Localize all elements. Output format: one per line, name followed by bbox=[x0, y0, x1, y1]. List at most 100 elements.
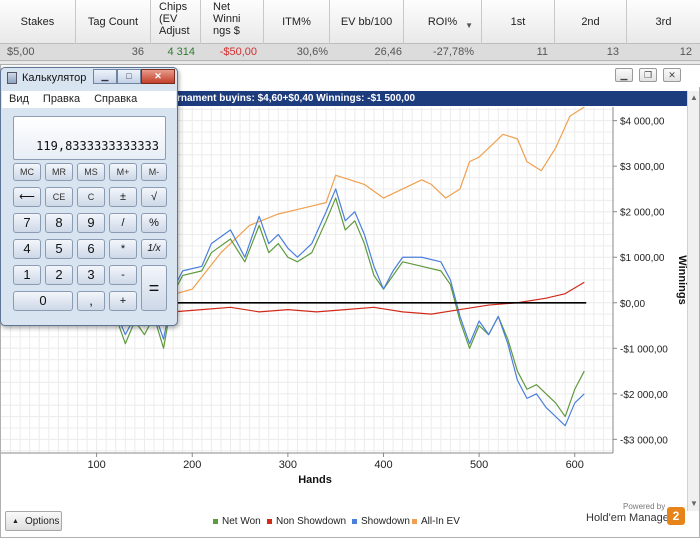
caret-up-icon: ▲ bbox=[12, 517, 19, 525]
key-plus[interactable]: + bbox=[109, 291, 137, 311]
key-percent[interactable]: % bbox=[141, 213, 167, 233]
col-label: Tag Count bbox=[87, 16, 139, 28]
key-ms[interactable]: MS bbox=[77, 163, 105, 181]
key-divide[interactable]: / bbox=[109, 213, 137, 233]
options-button[interactable]: ▲ Options bbox=[5, 511, 62, 531]
legend-item-showdown[interactable]: Showdown bbox=[352, 516, 410, 527]
menu-edit[interactable]: Правка bbox=[43, 91, 80, 108]
calculator-icon bbox=[7, 72, 17, 84]
key-m-minus[interactable]: M- bbox=[141, 163, 167, 181]
key-ce[interactable]: CE bbox=[45, 187, 73, 207]
cell-3rd: 12 bbox=[679, 46, 692, 58]
col-label: 3rd bbox=[655, 16, 672, 28]
key-8[interactable]: 8 bbox=[45, 213, 73, 233]
col-header-3rd[interactable]: 3rd bbox=[627, 0, 700, 44]
key-2[interactable]: 2 bbox=[45, 265, 73, 285]
key-5[interactable]: 5 bbox=[45, 239, 73, 259]
y-tick-label: $3 000,00 bbox=[620, 162, 665, 173]
key-minus[interactable]: - bbox=[109, 265, 137, 285]
calc-minimize-button[interactable]: ▁ bbox=[93, 69, 117, 84]
col-header-net-winnings[interactable]: Net Winni ngs $ bbox=[201, 0, 264, 44]
y-tick-label: $2 000,00 bbox=[620, 208, 665, 219]
cell-2nd: 13 bbox=[606, 46, 619, 58]
x-tick-label: 100 bbox=[87, 459, 105, 471]
y-tick-label: -$2 000,00 bbox=[620, 390, 668, 401]
col-label: ROI% bbox=[427, 16, 458, 28]
key-mc[interactable]: MC bbox=[13, 163, 41, 181]
key-6[interactable]: 6 bbox=[77, 239, 105, 259]
y-axis-label: Winnings bbox=[676, 255, 688, 304]
x-axis-label: Hands bbox=[298, 474, 332, 486]
x-tick-label: 600 bbox=[566, 459, 584, 471]
key-3[interactable]: 3 bbox=[77, 265, 105, 285]
legend-label: Non Showdown bbox=[276, 516, 347, 527]
key-4[interactable]: 4 bbox=[13, 239, 41, 259]
key-c[interactable]: C bbox=[77, 187, 105, 207]
col-label: Stakes bbox=[20, 16, 55, 28]
col-label: ITM% bbox=[282, 16, 311, 28]
legend-label: All-In EV bbox=[421, 516, 460, 527]
calculator-window[interactable]: Калькулятор ▁ □ ✕ Вид Правка Справка 119… bbox=[0, 67, 178, 326]
legend-item-net-won[interactable]: Net Won bbox=[213, 516, 261, 527]
brand-name: Hold'em Manager bbox=[586, 512, 673, 524]
series-line-showdown bbox=[115, 188, 585, 427]
legend-swatch bbox=[213, 519, 218, 524]
key-multiply[interactable]: * bbox=[109, 239, 137, 259]
key-reciprocal[interactable]: 1/x bbox=[141, 239, 167, 259]
calculator-titlebar[interactable]: Калькулятор bbox=[7, 72, 86, 84]
key-sqrt[interactable]: √ bbox=[141, 187, 167, 207]
col-header-ev-bb100[interactable]: EV bb/100 bbox=[330, 0, 404, 44]
legend-label: Net Won bbox=[222, 516, 261, 527]
y-tick-label: $0,00 bbox=[620, 299, 645, 310]
sort-desc-icon: ▼ bbox=[465, 21, 473, 30]
series-line-net-won bbox=[115, 197, 585, 418]
y-tick-label: $1 000,00 bbox=[620, 253, 665, 264]
key-mr[interactable]: MR bbox=[45, 163, 73, 181]
cell-itm: 30,6% bbox=[296, 46, 328, 58]
cell-1st: 11 bbox=[536, 46, 548, 58]
legend-swatch bbox=[352, 519, 357, 524]
x-tick-label: 500 bbox=[470, 459, 488, 471]
table-row[interactable]: $5,00 36 4 314 -$50,00 30,6% 26,46 -27,7… bbox=[0, 44, 700, 61]
col-header-2nd[interactable]: 2nd bbox=[555, 0, 627, 44]
series-line-non-showdown bbox=[115, 281, 585, 315]
y-tick-label: $4 000,00 bbox=[620, 117, 665, 128]
x-tick-label: 200 bbox=[183, 459, 201, 471]
legend-swatch bbox=[412, 519, 417, 524]
col-header-itm[interactable]: ITM% bbox=[264, 0, 330, 44]
legend-item-allin-ev[interactable]: All-In EV bbox=[412, 516, 460, 527]
key-equals[interactable]: = bbox=[141, 265, 167, 311]
key-1[interactable]: 1 bbox=[13, 265, 41, 285]
key-comma[interactable]: , bbox=[77, 291, 105, 311]
cell-ev-bb100: 26,46 bbox=[374, 46, 402, 58]
x-tick-label: 400 bbox=[374, 459, 392, 471]
legend-item-non-showdown[interactable]: Non Showdown bbox=[267, 516, 346, 527]
cell-stakes: $5,00 bbox=[7, 46, 35, 58]
powered-by-text: Powered by bbox=[623, 502, 666, 511]
cell-tag-count: 36 bbox=[131, 46, 144, 58]
col-label: EV bb/100 bbox=[340, 16, 393, 28]
col-header-1st[interactable]: 1st bbox=[482, 0, 555, 44]
col-header-tag-count[interactable]: Tag Count bbox=[76, 0, 151, 44]
key-9[interactable]: 9 bbox=[77, 213, 105, 233]
col-label: 2nd bbox=[581, 16, 600, 28]
stats-table-header: Stakes Tag Count Chips (EV Adjust Net Wi… bbox=[0, 0, 700, 44]
calc-close-button[interactable]: ✕ bbox=[141, 69, 175, 84]
key-7[interactable]: 7 bbox=[13, 213, 41, 233]
col-label: Net Winni ngs $ bbox=[213, 1, 241, 37]
key-plus-minus[interactable]: ± bbox=[109, 187, 137, 207]
calc-maximize-button[interactable]: □ bbox=[117, 69, 141, 84]
col-header-roi[interactable]: ROI% ▼ bbox=[404, 0, 482, 44]
key-backspace[interactable]: ⟵ bbox=[13, 187, 41, 207]
cell-roi: -27,78% bbox=[433, 46, 474, 58]
menu-view[interactable]: Вид bbox=[9, 91, 29, 108]
col-label: Chips (EV Adjust bbox=[159, 1, 190, 37]
key-m-plus[interactable]: M+ bbox=[109, 163, 137, 181]
menu-help[interactable]: Справка bbox=[94, 91, 137, 108]
col-header-stakes[interactable]: Stakes bbox=[0, 0, 76, 44]
y-tick-label: -$3 000,00 bbox=[620, 435, 668, 446]
key-0[interactable]: 0 bbox=[13, 291, 73, 311]
calculator-menubar: Вид Правка Справка bbox=[2, 91, 176, 108]
col-header-chips-ev[interactable]: Chips (EV Adjust bbox=[151, 0, 201, 44]
cell-chips-ev: 4 314 bbox=[167, 46, 195, 58]
